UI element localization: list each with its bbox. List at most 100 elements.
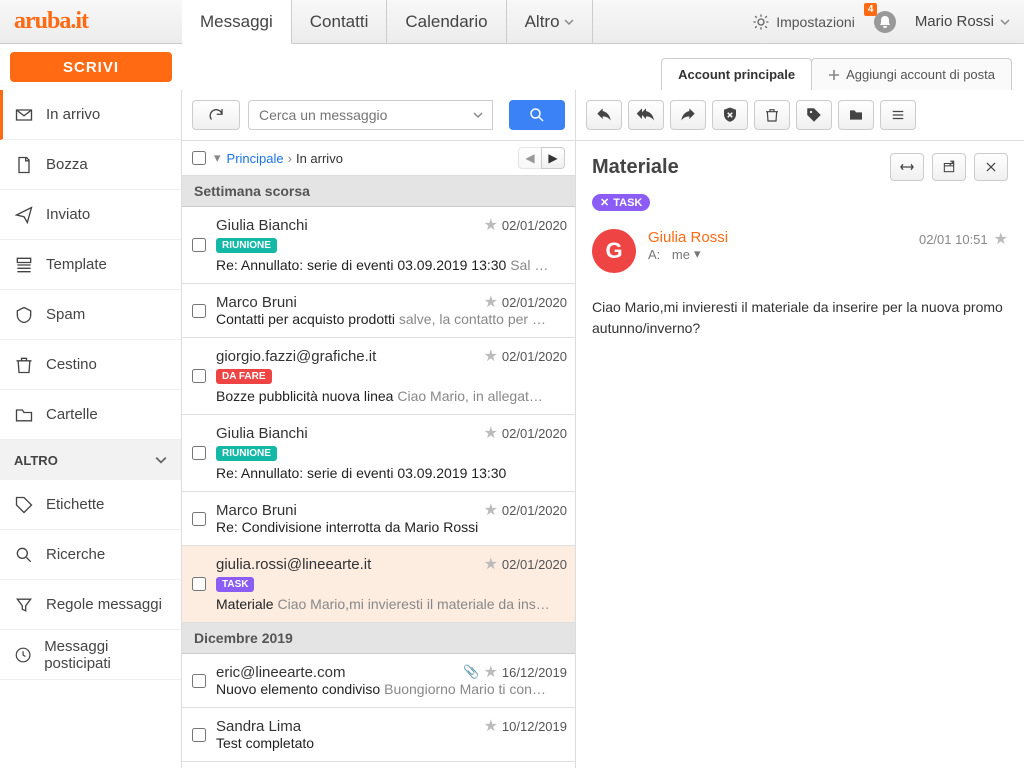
breadcrumb-root[interactable]: Principale	[227, 151, 284, 166]
attachment-icon: 📎	[463, 664, 479, 680]
chevron-down-icon	[155, 454, 167, 466]
expand-button[interactable]	[890, 153, 924, 181]
star-icon[interactable]: ★	[484, 662, 498, 682]
message-checkbox[interactable]	[192, 446, 206, 460]
search-icon	[14, 545, 34, 565]
search-icon	[528, 106, 546, 124]
notifications-button[interactable]: 4	[869, 6, 901, 38]
tab-messages[interactable]: Messaggi	[182, 0, 292, 44]
message-meta: ★02/01/2020	[484, 215, 567, 235]
sidebar-item-searches[interactable]: Ricerche	[0, 530, 181, 580]
tab-contacts-label: Contatti	[310, 12, 369, 32]
account-tab-main-label: Account principale	[678, 67, 795, 82]
message-item[interactable]: Marco BruniRe: Condivisione interrotta d…	[182, 492, 575, 546]
settings-link[interactable]: Impostazioni	[752, 13, 855, 31]
search-dropdown[interactable]	[463, 100, 493, 130]
close-button[interactable]	[974, 153, 1008, 181]
brand-logo: aruba.it	[14, 8, 88, 35]
message-checkbox[interactable]	[192, 512, 206, 526]
message-item[interactable]: Giulia BianchiRIUNIONERe: Annullato: ser…	[182, 415, 575, 492]
message-item[interactable]: Sandra LimaTest completato★10/12/2019	[182, 708, 575, 762]
sidebar-item-inbox[interactable]: In arrivo	[0, 90, 181, 140]
message-subject: Nuovo elemento condiviso Buongiorno Mari…	[216, 681, 567, 697]
select-all-checkbox[interactable]	[192, 151, 206, 165]
sidebar-item-drafts[interactable]: Bozza	[0, 140, 181, 190]
star-icon[interactable]: ★	[484, 500, 498, 520]
sidebar-item-postponed[interactable]: Messaggi posticipati	[0, 630, 181, 680]
message-checkbox[interactable]	[192, 728, 206, 742]
sent-icon	[14, 205, 34, 225]
compose-cell: SCRIVI	[0, 44, 182, 90]
expand-icon	[899, 161, 915, 173]
list-toolbar	[182, 90, 575, 141]
message-item[interactable]: eric@lineearte.comNuovo elemento condivi…	[182, 654, 575, 708]
prev-page-button[interactable]: ◀	[518, 147, 542, 169]
message-checkbox[interactable]	[192, 674, 206, 688]
delete-button[interactable]	[754, 100, 790, 130]
star-icon[interactable]: ★	[484, 346, 498, 366]
sidebar-section-label: ALTRO	[14, 453, 58, 468]
trash-icon	[764, 106, 780, 124]
sidebar-item-labels[interactable]: Etichette	[0, 480, 181, 530]
message-item[interactable]: Giulia BianchiRIUNIONERe: Annullato: ser…	[182, 207, 575, 284]
search-button[interactable]	[509, 100, 565, 130]
sender-name[interactable]: Giulia Rossi	[648, 229, 907, 246]
sidebar-item-trash[interactable]: Cestino	[0, 340, 181, 390]
header-tools: Impostazioni 4 Mario Rossi	[752, 0, 1024, 43]
message-item[interactable]: Marco BruniContatti per acquisto prodott…	[182, 284, 575, 338]
inbox-icon	[14, 105, 34, 125]
tab-other[interactable]: Altro	[507, 0, 594, 43]
account-tab-add[interactable]: Aggiungi account di posta	[811, 58, 1012, 90]
reply-all-button[interactable]	[628, 100, 664, 130]
message-checkbox[interactable]	[192, 238, 206, 252]
sender-info: Giulia Rossi A: me▾	[648, 229, 907, 262]
label-button[interactable]	[796, 100, 832, 130]
more-button[interactable]	[880, 100, 916, 130]
tab-contacts[interactable]: Contatti	[292, 0, 388, 43]
breadcrumb-caret[interactable]: ▾	[214, 150, 221, 166]
shield-x-icon	[721, 106, 739, 124]
sidebar-item-label: Regole messaggi	[46, 596, 162, 613]
refresh-button[interactable]	[192, 100, 240, 130]
spam-button[interactable]	[712, 100, 748, 130]
reply-button[interactable]	[586, 100, 622, 130]
user-menu[interactable]: Mario Rossi	[915, 13, 1010, 30]
message-date: 02/01/2020	[502, 349, 567, 364]
plus-icon	[828, 69, 840, 81]
popout-button[interactable]	[932, 153, 966, 181]
message-meta: ★02/01/2020	[484, 423, 567, 443]
star-icon[interactable]: ★	[484, 215, 498, 235]
trash-icon	[14, 355, 34, 375]
message-checkbox[interactable]	[192, 369, 206, 383]
star-icon[interactable]: ★	[484, 554, 498, 574]
recipient-line[interactable]: A: me▾	[648, 246, 907, 262]
account-tab-main[interactable]: Account principale	[661, 58, 812, 90]
message-checkbox[interactable]	[192, 304, 206, 318]
sidebar-item-folders[interactable]: Cartelle	[0, 390, 181, 440]
sidebar-item-rules[interactable]: Regole messaggi	[0, 580, 181, 630]
close-icon	[984, 160, 998, 174]
tab-other-label: Altro	[525, 12, 560, 32]
star-icon[interactable]: ★	[484, 423, 498, 443]
message-item[interactable]: giorgio.fazzi@grafiche.itDA FAREBozze pu…	[182, 338, 575, 415]
message-item[interactable]: giulia.rossi@lineearte.itTASKMateriale C…	[182, 546, 575, 623]
move-button[interactable]	[838, 100, 874, 130]
star-icon[interactable]: ★	[484, 292, 498, 312]
sidebar-item-label: Bozza	[46, 156, 88, 173]
star-icon[interactable]: ★	[994, 229, 1008, 249]
next-page-button[interactable]: ▶	[541, 147, 565, 169]
message-checkbox[interactable]	[192, 577, 206, 591]
tab-calendar[interactable]: Calendario	[387, 0, 506, 43]
sidebar-item-template[interactable]: Template	[0, 240, 181, 290]
star-icon[interactable]: ★	[484, 716, 498, 736]
task-tag[interactable]: ✕TASK	[592, 194, 650, 211]
sidebar-section-altro[interactable]: ALTRO	[0, 440, 181, 480]
message-list[interactable]: Settimana scorsaGiulia BianchiRIUNIONERe…	[182, 176, 575, 768]
compose-button[interactable]: SCRIVI	[10, 52, 172, 82]
forward-button[interactable]	[670, 100, 706, 130]
sidebar-item-spam[interactable]: Spam	[0, 290, 181, 340]
sidebar-item-sent[interactable]: Inviato	[0, 190, 181, 240]
search-input[interactable]	[248, 100, 463, 130]
gear-icon	[752, 13, 770, 31]
chevron-down-icon	[1000, 17, 1010, 27]
